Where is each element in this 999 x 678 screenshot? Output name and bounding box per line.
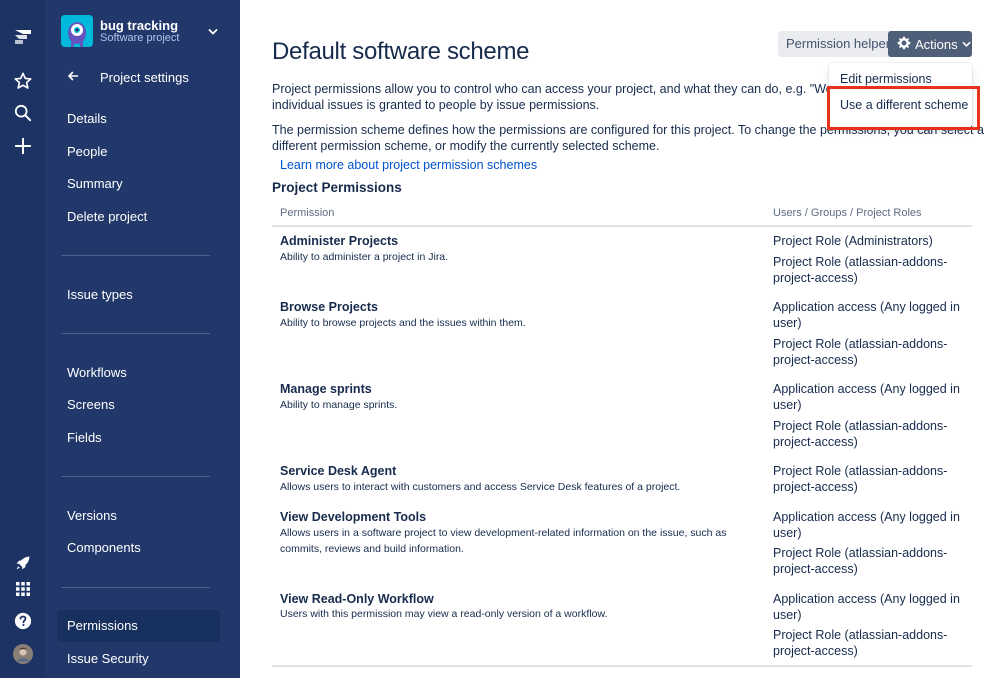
create-plus-icon[interactable] <box>0 135 45 157</box>
table-header-divider <box>272 225 972 227</box>
sidebar-item-screens[interactable]: Screens <box>57 389 220 421</box>
permission-name: Manage sprints <box>280 382 372 396</box>
learn-more-link[interactable]: Learn more about project permission sche… <box>280 158 537 172</box>
section-title: Project Permissions <box>272 180 402 195</box>
sidebar-item-workflows[interactable]: Workflows <box>57 357 220 389</box>
app-switcher-icon[interactable] <box>0 579 45 599</box>
project-type: Software project <box>100 32 180 44</box>
permission-name: View Read-Only Workflow <box>280 592 434 606</box>
permission-description: Ability to administer a project in Jira. <box>280 251 449 263</box>
permission-description: Allows users in a software project to vi… <box>280 527 727 555</box>
permission-description: Users with this permission may view a re… <box>280 608 608 620</box>
sidebar-item-permissions[interactable]: Permissions <box>57 610 220 642</box>
sidebar-item-components[interactable]: Components <box>57 532 220 564</box>
sidebar-item-summary[interactable]: Summary <box>57 168 220 200</box>
permission-grant: Application access (Any logged in user) <box>773 300 960 330</box>
actions-button-label: Actions <box>915 36 958 52</box>
permission-helper-button[interactable]: Permission helper <box>778 31 899 57</box>
chevron-down-icon <box>962 37 971 52</box>
main-content: Default software scheme Permission helpe… <box>240 0 999 678</box>
permission-grant: Project Role (atlassian-addons-project-a… <box>773 464 948 494</box>
permission-grant: Application access (Any logged in user) <box>773 592 960 622</box>
star-icon[interactable] <box>0 70 45 92</box>
table-end-divider <box>272 665 972 667</box>
jira-logo-icon[interactable] <box>0 22 45 52</box>
column-header-grants: Users / Groups / Project Roles <box>773 207 922 219</box>
permission-description: Ability to browse projects and the issue… <box>280 317 526 329</box>
rocket-icon[interactable] <box>0 553 45 573</box>
description-line: different permission scheme, or modify t… <box>272 139 660 153</box>
permission-name: Service Desk Agent <box>280 464 397 478</box>
chevron-down-icon[interactable] <box>208 25 218 40</box>
search-icon[interactable] <box>0 102 45 124</box>
permission-grant: Project Role (Administrators) <box>773 234 933 248</box>
help-icon[interactable] <box>0 611 45 631</box>
permission-description: Ability to manage sprints. <box>280 399 398 411</box>
permission-grant: Application access (Any logged in user) <box>773 510 960 540</box>
sidebar-divider <box>61 333 210 334</box>
permission-name: View Development Tools <box>280 510 427 524</box>
permission-grant: Application access (Any logged in user) <box>773 382 960 412</box>
permission-name: Administer Projects <box>280 234 399 248</box>
sidebar-divider <box>61 255 210 256</box>
actions-button[interactable]: Actions <box>888 31 972 57</box>
annotation-highlight-box <box>827 86 980 130</box>
sidebar-item-fields[interactable]: Fields <box>57 422 220 454</box>
permission-description: Allows users to interact with customers … <box>280 481 681 493</box>
permission-grant: Project Role (atlassian-addons-project-a… <box>773 337 948 367</box>
sidebar-item-issue-types[interactable]: Issue types <box>57 279 220 311</box>
global-navigation <box>0 0 45 678</box>
sidebar-item-details[interactable]: Details <box>57 103 220 135</box>
project-avatar[interactable] <box>61 15 93 47</box>
permission-grant: Project Role (atlassian-addons-project-a… <box>773 419 948 449</box>
sidebar-divider <box>61 476 210 477</box>
arrow-left-icon[interactable] <box>67 70 79 85</box>
column-header-permission: Permission <box>280 207 335 219</box>
gear-icon <box>897 36 911 53</box>
project-settings-title[interactable]: Project settings <box>100 70 189 85</box>
sidebar-item-delete-project[interactable]: Delete project <box>57 201 220 233</box>
sidebar-item-issue-security[interactable]: Issue Security <box>57 643 220 675</box>
permission-grant: Project Role (atlassian-addons-project-a… <box>773 255 948 285</box>
project-name[interactable]: bug tracking <box>100 18 178 33</box>
user-avatar[interactable] <box>0 643 45 665</box>
sidebar-item-versions[interactable]: Versions <box>57 500 220 532</box>
permission-name: Browse Projects <box>280 300 378 314</box>
permission-grant: Project Role (atlassian-addons-project-a… <box>773 546 948 576</box>
project-sidebar: bug tracking Software project Project se… <box>45 0 240 678</box>
sidebar-divider <box>61 587 210 588</box>
sidebar-item-people[interactable]: People <box>57 136 220 168</box>
page-title: Default software scheme <box>272 38 530 65</box>
permission-grant: Project Role (atlassian-addons-project-a… <box>773 628 948 658</box>
